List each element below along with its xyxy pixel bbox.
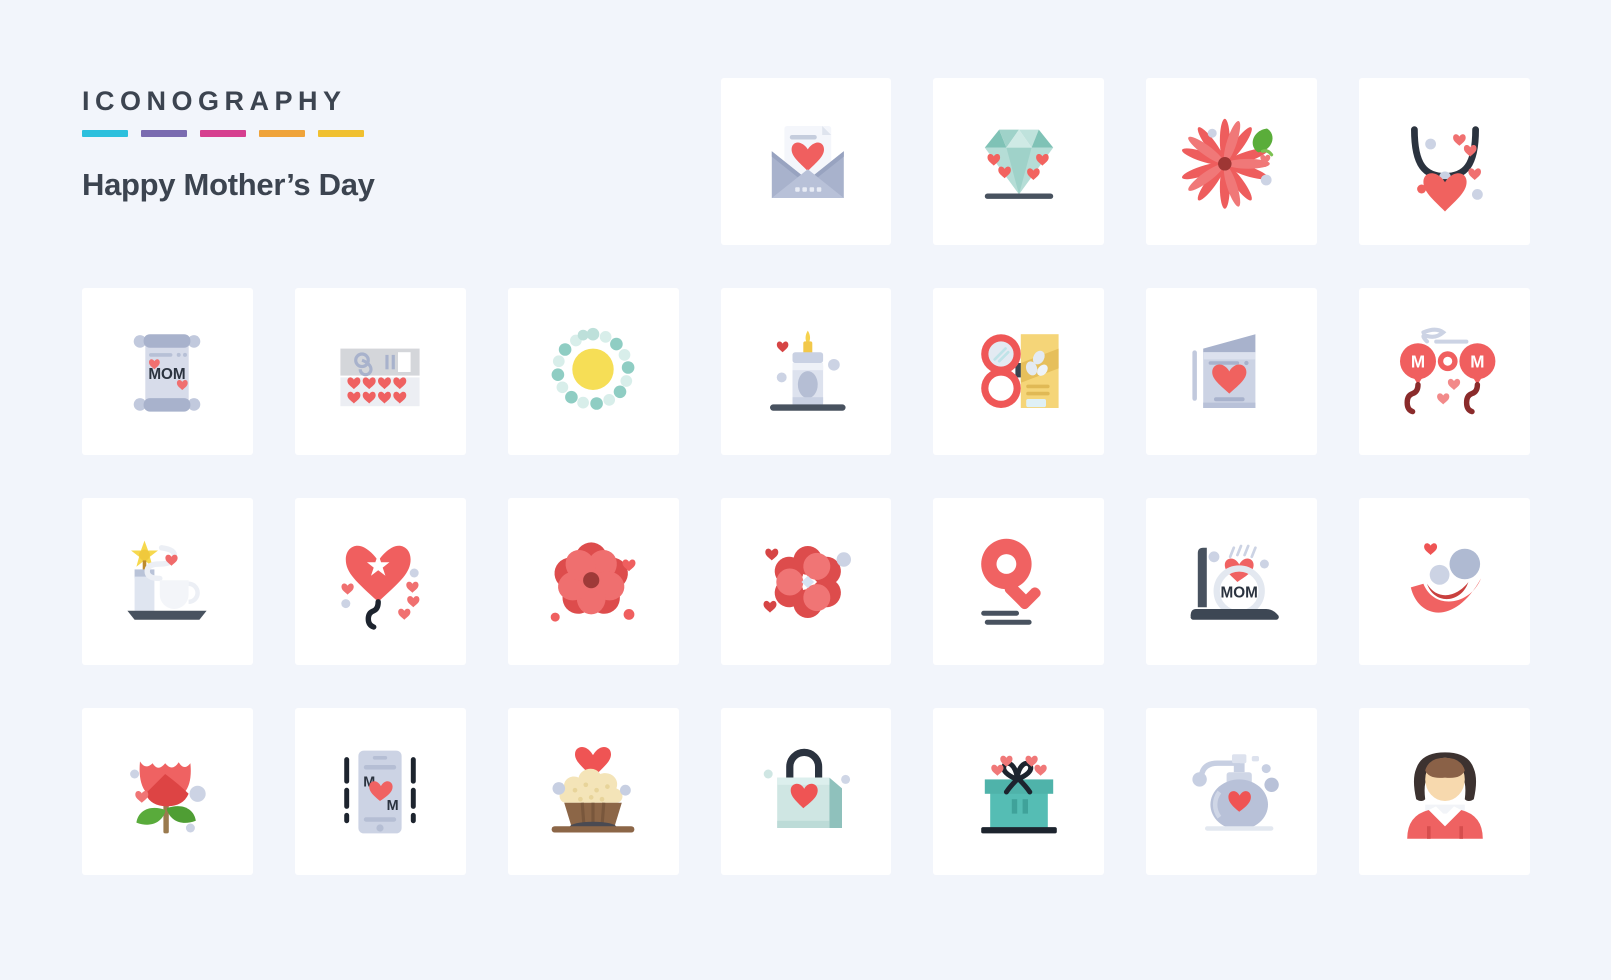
- icon-cell[interactable]: [507, 288, 679, 455]
- icon-grid: MOM M M MOM M M: [82, 78, 1530, 875]
- svg-text:M: M: [1410, 352, 1424, 371]
- icon-cell: [295, 78, 466, 245]
- svg-text:MOM: MOM: [1220, 584, 1257, 601]
- icon-cell[interactable]: [1359, 498, 1530, 665]
- icon-cell[interactable]: M M: [294, 708, 466, 875]
- icon-cell[interactable]: [1146, 288, 1318, 455]
- icon-cell[interactable]: MOM: [82, 288, 253, 455]
- smartphone-mom-message-icon[interactable]: M M: [294, 708, 466, 875]
- icon-cell[interactable]: [720, 498, 892, 665]
- icon-cell[interactable]: [1146, 708, 1318, 875]
- icon-cell[interactable]: [294, 498, 466, 665]
- icon-cell: [508, 78, 679, 245]
- diamond-icon[interactable]: [933, 78, 1105, 245]
- shopping-bag-heart-icon[interactable]: [720, 708, 892, 875]
- icon-cell[interactable]: [507, 498, 679, 665]
- icon-cell[interactable]: [294, 288, 466, 455]
- heart-balloon-icon[interactable]: [294, 498, 466, 665]
- rose-bloom-icon[interactable]: [507, 498, 679, 665]
- svg-text:M: M: [387, 798, 399, 814]
- cupcake-heart-icon[interactable]: [507, 708, 679, 875]
- empty-slot: [508, 78, 679, 245]
- daisy-flower-leaf-icon[interactable]: [1146, 78, 1318, 245]
- icon-cell[interactable]: [1359, 708, 1530, 875]
- perfume-bottle-icon[interactable]: [1146, 708, 1318, 875]
- female-gender-symbol-icon[interactable]: [933, 498, 1105, 665]
- icon-cell[interactable]: [933, 78, 1105, 245]
- heart-necklace-icon[interactable]: [1359, 78, 1530, 245]
- icon-cell[interactable]: [720, 78, 892, 245]
- icon-cell[interactable]: M M: [1359, 288, 1530, 455]
- mom-scroll-icon[interactable]: MOM: [82, 288, 253, 455]
- icon-cell[interactable]: [720, 288, 892, 455]
- laptop-mom-icon[interactable]: MOM: [1146, 498, 1318, 665]
- smiling-face-icon[interactable]: [1359, 498, 1530, 665]
- icon-cell[interactable]: [82, 708, 253, 875]
- chocolate-box-icon[interactable]: [294, 288, 466, 455]
- candle-icon[interactable]: [720, 288, 892, 455]
- icon-cell[interactable]: [82, 498, 253, 665]
- icon-cell[interactable]: [507, 708, 679, 875]
- icon-cell[interactable]: [933, 498, 1105, 665]
- candle-teacup-icon[interactable]: [82, 498, 253, 665]
- icon-pack-page: ICONOGRAPHY Happy Mother’s Day MOM M M M…: [0, 0, 1611, 980]
- empty-slot: [82, 78, 253, 245]
- love-letter-envelope-icon[interactable]: [720, 78, 892, 245]
- icon-cell[interactable]: [720, 708, 892, 875]
- empty-slot: [295, 78, 466, 245]
- compact-mirror-makeup-icon[interactable]: [933, 288, 1105, 455]
- pearl-bracelet-icon[interactable]: [507, 288, 679, 455]
- svg-text:M: M: [1470, 352, 1484, 371]
- icon-cell[interactable]: [933, 288, 1105, 455]
- gift-box-icon[interactable]: [933, 708, 1105, 875]
- icon-cell[interactable]: [1359, 78, 1530, 245]
- tulip-flower-icon[interactable]: [82, 708, 253, 875]
- greeting-card-heart-icon[interactable]: [1146, 288, 1318, 455]
- mom-balloons-icon[interactable]: M M: [1359, 288, 1530, 455]
- icon-cell[interactable]: [1146, 78, 1318, 245]
- woman-avatar-icon[interactable]: [1359, 708, 1530, 875]
- icon-cell: [82, 78, 253, 245]
- icon-cell[interactable]: MOM: [1146, 498, 1318, 665]
- icon-cell[interactable]: [933, 708, 1105, 875]
- blossom-flower-icon[interactable]: [720, 498, 892, 665]
- svg-text:MOM: MOM: [149, 366, 186, 383]
